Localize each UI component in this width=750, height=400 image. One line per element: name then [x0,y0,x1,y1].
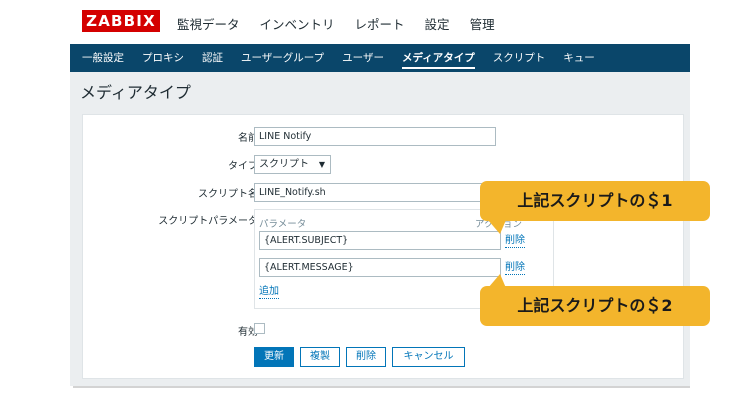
param-input-2[interactable]: {ALERT.MESSAGE} [259,258,501,277]
subnav-proxies[interactable]: プロキシ [142,44,184,72]
subnav-media-types[interactable]: メディアタイプ [401,44,475,72]
sub-nav: 一般設定 プロキシ 認証 ユーザーグループ ユーザー メディアタイプ スクリプト… [70,44,690,72]
callout-param-1: 上記スクリプトの＄1 [480,181,710,221]
param-input-1[interactable]: {ALERT.SUBJECT} [259,231,501,250]
name-label: 名前 [238,133,258,144]
media-type-form: 名前 LINE Notify タイプ スクリプト ▼ スクリプト名 LINE_N… [82,114,684,379]
update-button[interactable]: 更新 [254,347,294,367]
chevron-down-icon: ▼ [318,160,325,169]
top-menu-monitoring[interactable]: 監視データ [177,14,240,33]
zabbix-logo[interactable]: ZABBIX [82,10,160,32]
top-menu-configuration[interactable]: 設定 [425,14,450,33]
title-bar: メディアタイプ [70,72,690,108]
param-remove-1[interactable]: 削除 [505,235,525,248]
cancel-button[interactable]: キャンセル [392,347,465,367]
subnav-authentication[interactable]: 認証 [202,44,223,72]
script-params-label: スクリプトパラメータ [158,216,258,227]
type-label: タイプ [228,161,258,172]
params-column-header: パラメータ [259,219,307,230]
script-name-input[interactable]: LINE_Notify.sh [254,183,496,202]
top-bar: ZABBIX 監視データ インベントリ レポート 設定 管理 [70,0,690,44]
param-remove-2[interactable]: 削除 [505,262,525,275]
clone-button[interactable]: 複製 [300,347,340,367]
subnav-general[interactable]: 一般設定 [82,44,124,72]
top-menu: 監視データ インベントリ レポート 設定 管理 [177,14,515,33]
type-select[interactable]: スクリプト ▼ [254,155,331,174]
enabled-label: 有効 [238,327,258,338]
subnav-scripts[interactable]: スクリプト [493,44,546,72]
delete-button[interactable]: 削除 [346,347,386,367]
param-add-link[interactable]: 追加 [259,286,279,299]
subnav-users[interactable]: ユーザー [342,44,384,72]
callout-1-pointer [488,220,506,234]
script-name-label: スクリプト名 [198,189,258,200]
name-input[interactable]: LINE Notify [254,127,496,146]
enabled-checkbox[interactable] [254,323,265,334]
subnav-queue[interactable]: キュー [563,44,595,72]
page-title: メディアタイプ [80,83,191,102]
top-menu-administration[interactable]: 管理 [470,14,495,33]
top-menu-inventory[interactable]: インベントリ [260,14,335,33]
subnav-user-groups[interactable]: ユーザーグループ [241,44,324,72]
top-menu-reports[interactable]: レポート [355,14,405,33]
type-select-value: スクリプト [259,159,309,170]
callout-param-2: 上記スクリプトの＄2 [480,286,710,326]
